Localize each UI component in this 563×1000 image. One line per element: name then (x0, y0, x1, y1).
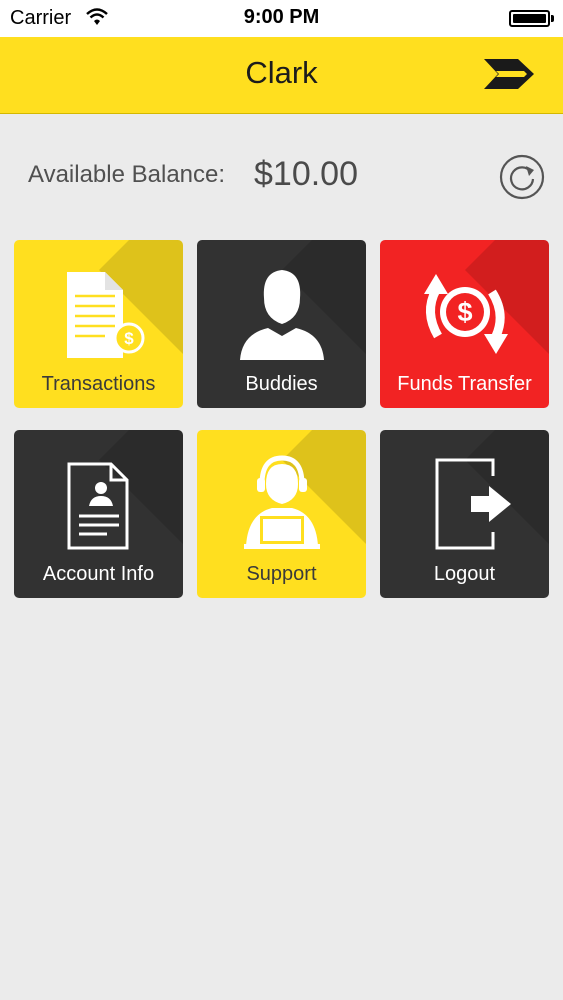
person-icon (239, 270, 324, 360)
buddies-tile[interactable]: Buddies (197, 240, 366, 408)
tile-label: Account Info (42, 563, 155, 585)
balance-label: Available Balance: (28, 161, 226, 188)
tile-label: Support (246, 563, 317, 585)
battery-icon (509, 10, 550, 27)
logout-tile[interactable]: Logout (380, 430, 549, 598)
tile-label: Funds Transfer (397, 373, 532, 395)
svg-text:$: $ (457, 297, 472, 327)
nav-bar: Clark (0, 37, 563, 114)
page-title: Clark (245, 55, 318, 90)
refresh-icon[interactable] (499, 154, 545, 200)
svg-text:$: $ (124, 329, 134, 348)
support-agent-icon (243, 455, 320, 549)
document-dollar-icon: $ (66, 272, 144, 358)
status-bar: Carrier 9:00 PM (0, 0, 563, 37)
tile-label: Buddies (245, 373, 318, 395)
funds-transfer-tile[interactable]: $ Funds Transfer (380, 240, 549, 408)
status-time: 9:00 PM (243, 6, 320, 28)
logout-icon (435, 458, 511, 550)
support-tile[interactable]: Support (197, 430, 366, 598)
tile-label: Transactions (41, 373, 156, 395)
account-info-tile[interactable]: Account Info (14, 430, 183, 598)
id-card-icon (67, 462, 128, 550)
battery-tip (551, 15, 554, 22)
money-transfer-icon: $ (423, 274, 508, 354)
balance-value: $10.00 (254, 155, 358, 193)
tile-label: Logout (433, 563, 496, 585)
transactions-tile[interactable]: $ Transactions (14, 240, 183, 408)
chevron-arrow-icon[interactable] (484, 59, 534, 89)
